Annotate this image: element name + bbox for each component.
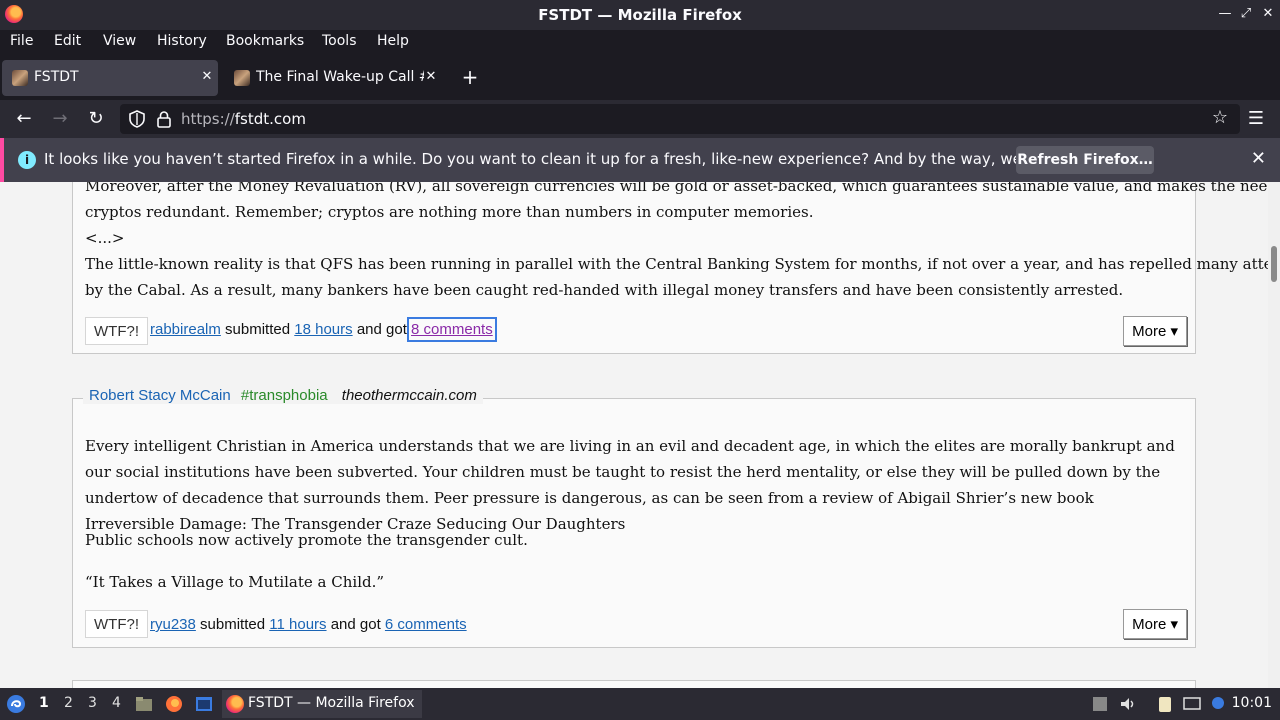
refresh-notification-bar: i It looks like you haven’t started Fire… bbox=[0, 138, 1280, 182]
menu-history[interactable]: History bbox=[157, 33, 207, 49]
post-meta: ryu238 submitted 11 hours and got 6 comm… bbox=[150, 616, 467, 633]
tab-label: FSTDT bbox=[34, 69, 79, 85]
tab-strip: FSTDT ✕ The Final Wake-up Call # ✕ bbox=[0, 56, 1280, 100]
quote-post bbox=[72, 680, 1196, 688]
tray-app-icon[interactable] bbox=[1090, 694, 1110, 714]
refresh-firefox-button[interactable]: Refresh Firefox… bbox=[1016, 146, 1154, 174]
menu-file[interactable]: File bbox=[10, 33, 33, 49]
and-got-text: and got bbox=[356, 321, 407, 338]
task-label: FSTDT — Mozilla Firefox bbox=[248, 695, 415, 711]
site-favicon-icon bbox=[234, 70, 250, 86]
forward-arrow-icon[interactable]: → bbox=[48, 107, 72, 131]
workspace-2[interactable]: 2 bbox=[64, 695, 73, 711]
desktop-taskbar: 1 2 3 4 FSTDT — Mozilla Firefox 10:01 bbox=[0, 688, 1280, 720]
tag-link[interactable]: #transphobia bbox=[241, 387, 328, 404]
url-scheme: https:// bbox=[181, 110, 235, 128]
more-dropdown-button[interactable]: More ▾ bbox=[1123, 609, 1187, 639]
terminal-icon[interactable] bbox=[194, 694, 214, 714]
tab-final-wakeup[interactable]: The Final Wake-up Call # ✕ bbox=[224, 60, 448, 96]
and-got-text: and got bbox=[330, 616, 381, 633]
back-arrow-icon[interactable]: ← bbox=[12, 107, 36, 131]
firefox-launcher-icon[interactable] bbox=[164, 694, 184, 714]
new-tab-icon[interactable]: + bbox=[460, 66, 480, 88]
start-menu-icon[interactable] bbox=[6, 694, 26, 714]
quote-line: Moreover, after the Money Revaluation (R… bbox=[85, 182, 1268, 195]
quote-paragraph: Every intelligent Christian in America u… bbox=[85, 437, 1175, 533]
volume-icon[interactable] bbox=[1118, 694, 1138, 714]
reload-icon[interactable]: ↻ bbox=[84, 107, 108, 131]
submitted-text: submitted bbox=[200, 616, 266, 633]
firefox-icon bbox=[226, 695, 244, 713]
menu-tools[interactable]: Tools bbox=[322, 33, 357, 49]
quote-post: Robert Stacy McCain #transphobia theothe… bbox=[72, 387, 1196, 648]
lock-icon[interactable] bbox=[155, 110, 173, 128]
window-titlebar: FSTDT — Mozilla Firefox — ⤢ ✕ bbox=[0, 0, 1280, 30]
submitted-text: submitted bbox=[225, 321, 291, 338]
page-scrollbar[interactable] bbox=[1268, 182, 1280, 688]
comments-link[interactable]: 8 comments bbox=[407, 317, 497, 342]
taskbar-firefox-task[interactable]: FSTDT — Mozilla Firefox bbox=[222, 690, 422, 718]
url-bar[interactable]: https://fstdt.com ☆ bbox=[120, 104, 1240, 134]
page-content: Moreover, after the Money Revaluation (R… bbox=[0, 182, 1268, 688]
quote-line: by the Cabal. As a result, many bankers … bbox=[85, 281, 1124, 299]
source-text: theothermccain.com bbox=[341, 387, 477, 404]
quote-paragraph: “It Takes a Village to Mutilate a Child.… bbox=[85, 573, 385, 591]
site-favicon-icon bbox=[12, 70, 28, 86]
close-notification-icon[interactable]: ✕ bbox=[1251, 148, 1266, 169]
notification-message: It looks like you haven’t started Firefo… bbox=[44, 150, 1114, 168]
quote-post: Moreover, after the Money Revaluation (R… bbox=[72, 182, 1268, 354]
author-link[interactable]: Robert Stacy McCain bbox=[89, 387, 231, 404]
minimize-icon[interactable]: — bbox=[1215, 4, 1235, 24]
network-icon[interactable] bbox=[1208, 694, 1228, 714]
quote-paragraph: Public schools now actively promote the … bbox=[85, 531, 528, 549]
tab-fstdt[interactable]: FSTDT ✕ bbox=[2, 60, 218, 96]
info-icon: i bbox=[18, 151, 36, 169]
user-link[interactable]: ryu238 bbox=[150, 616, 196, 633]
wtf-vote-button[interactable]: WTF?! bbox=[85, 610, 148, 638]
maximize-icon[interactable]: ⤢ bbox=[1236, 4, 1256, 24]
close-tab-icon[interactable]: ✕ bbox=[422, 68, 440, 86]
menu-bookmarks[interactable]: Bookmarks bbox=[226, 33, 304, 49]
wtf-vote-button[interactable]: WTF?! bbox=[85, 317, 148, 345]
quote-line: <...> bbox=[85, 229, 125, 247]
quote-line: The little-known reality is that QFS has… bbox=[85, 255, 1268, 273]
menu-edit[interactable]: Edit bbox=[54, 33, 81, 49]
navigation-bar: ← → ↻ https://fstdt.com ☆ ☰ bbox=[0, 100, 1280, 138]
url-text[interactable]: https://fstdt.com bbox=[181, 110, 306, 128]
menu-help[interactable]: Help bbox=[377, 33, 409, 49]
display-icon[interactable] bbox=[1182, 694, 1202, 714]
scrollbar-thumb[interactable] bbox=[1271, 246, 1277, 282]
workspace-3[interactable]: 3 bbox=[88, 695, 97, 711]
bookmark-star-icon[interactable]: ☆ bbox=[1212, 107, 1228, 128]
more-dropdown-button[interactable]: More ▾ bbox=[1123, 316, 1187, 346]
quote-line: cryptos redundant. Remember; cryptos are… bbox=[85, 203, 814, 221]
close-window-icon[interactable]: ✕ bbox=[1258, 4, 1278, 24]
user-link[interactable]: rabbirealm bbox=[150, 321, 221, 338]
shield-icon[interactable] bbox=[128, 110, 146, 128]
menu-bar: File Edit View History Bookmarks Tools H… bbox=[0, 30, 1280, 56]
time-link[interactable]: 18 hours bbox=[294, 321, 352, 338]
menu-view[interactable]: View bbox=[103, 33, 136, 49]
close-tab-icon[interactable]: ✕ bbox=[198, 68, 216, 86]
post-header: Robert Stacy McCain #transphobia theothe… bbox=[83, 387, 483, 404]
clipboard-icon[interactable] bbox=[1155, 694, 1175, 714]
clock: 10:01 bbox=[1231, 695, 1272, 711]
hamburger-menu-icon[interactable]: ☰ bbox=[1244, 107, 1268, 131]
file-manager-icon[interactable] bbox=[134, 694, 154, 714]
workspace-1[interactable]: 1 bbox=[39, 695, 49, 711]
comments-link[interactable]: 6 comments bbox=[385, 616, 467, 633]
post-meta: rabbirealm submitted 18 hours and got 8 … bbox=[150, 317, 497, 342]
time-link[interactable]: 11 hours bbox=[269, 616, 326, 633]
workspace-4[interactable]: 4 bbox=[112, 695, 121, 711]
window-title: FSTDT — Mozilla Firefox bbox=[538, 6, 742, 24]
url-host: fstdt.com bbox=[234, 110, 306, 128]
tab-label: The Final Wake-up Call # bbox=[256, 69, 424, 85]
